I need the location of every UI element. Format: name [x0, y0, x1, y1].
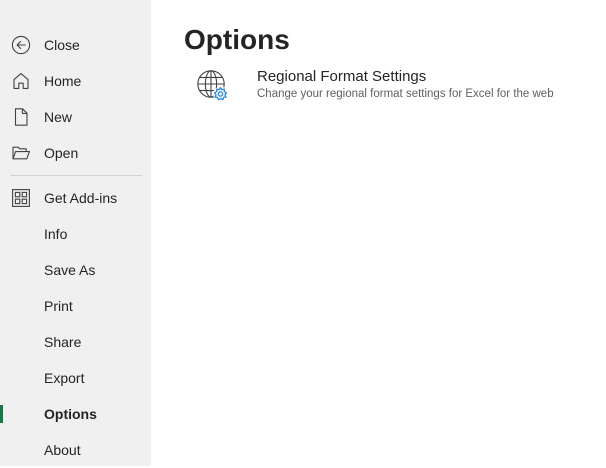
nav-new[interactable]: New	[0, 99, 151, 135]
nav-export[interactable]: Export	[0, 360, 151, 396]
nav-options-label: Options	[44, 406, 97, 422]
option-title: Regional Format Settings	[257, 68, 427, 85]
back-arrow-circle-icon	[11, 35, 31, 55]
nav-print-label: Print	[44, 298, 73, 314]
nav-home-label: Home	[44, 73, 82, 89]
nav-share[interactable]: Share	[0, 324, 151, 360]
nav-save-as[interactable]: Save As	[0, 252, 151, 288]
nav-home[interactable]: Home	[0, 63, 151, 99]
nav-print[interactable]: Print	[0, 288, 151, 324]
nav-get-add-ins-label: Get Add-ins	[44, 190, 118, 206]
options-pane: Options Regional Format Settings Change …	[151, 0, 606, 466]
nav-close-label: Close	[44, 37, 80, 53]
nav-about[interactable]: About	[0, 432, 151, 468]
nav-save-as-label: Save As	[44, 262, 96, 278]
nav-open[interactable]: Open	[0, 135, 151, 171]
nav-close[interactable]: Close	[0, 27, 151, 63]
nav-options[interactable]: Options	[0, 396, 151, 432]
nav-about-label: About	[44, 442, 81, 458]
selected-indicator	[0, 405, 3, 423]
nav-new-label: New	[44, 109, 73, 125]
nav-export-label: Export	[44, 370, 85, 386]
backstage-sidebar: Close Home New Open Get Add-ins Info Sav…	[0, 0, 151, 466]
nav-get-add-ins[interactable]: Get Add-ins	[0, 180, 151, 216]
nav-info[interactable]: Info	[0, 216, 151, 252]
home-icon	[13, 73, 29, 89]
add-ins-grid-icon	[12, 189, 30, 207]
globe-gear-icon	[197, 70, 228, 102]
new-document-icon	[14, 108, 28, 126]
sidebar-divider	[11, 175, 142, 176]
nav-info-label: Info	[44, 226, 68, 242]
nav-share-label: Share	[44, 334, 82, 350]
regional-format-settings-option[interactable]: Regional Format Settings Change your reg…	[191, 64, 601, 108]
option-description: Change your regional format settings for…	[257, 88, 554, 100]
folder-open-icon	[12, 146, 30, 160]
page-title: Options	[184, 24, 290, 55]
nav-open-label: Open	[44, 145, 79, 161]
